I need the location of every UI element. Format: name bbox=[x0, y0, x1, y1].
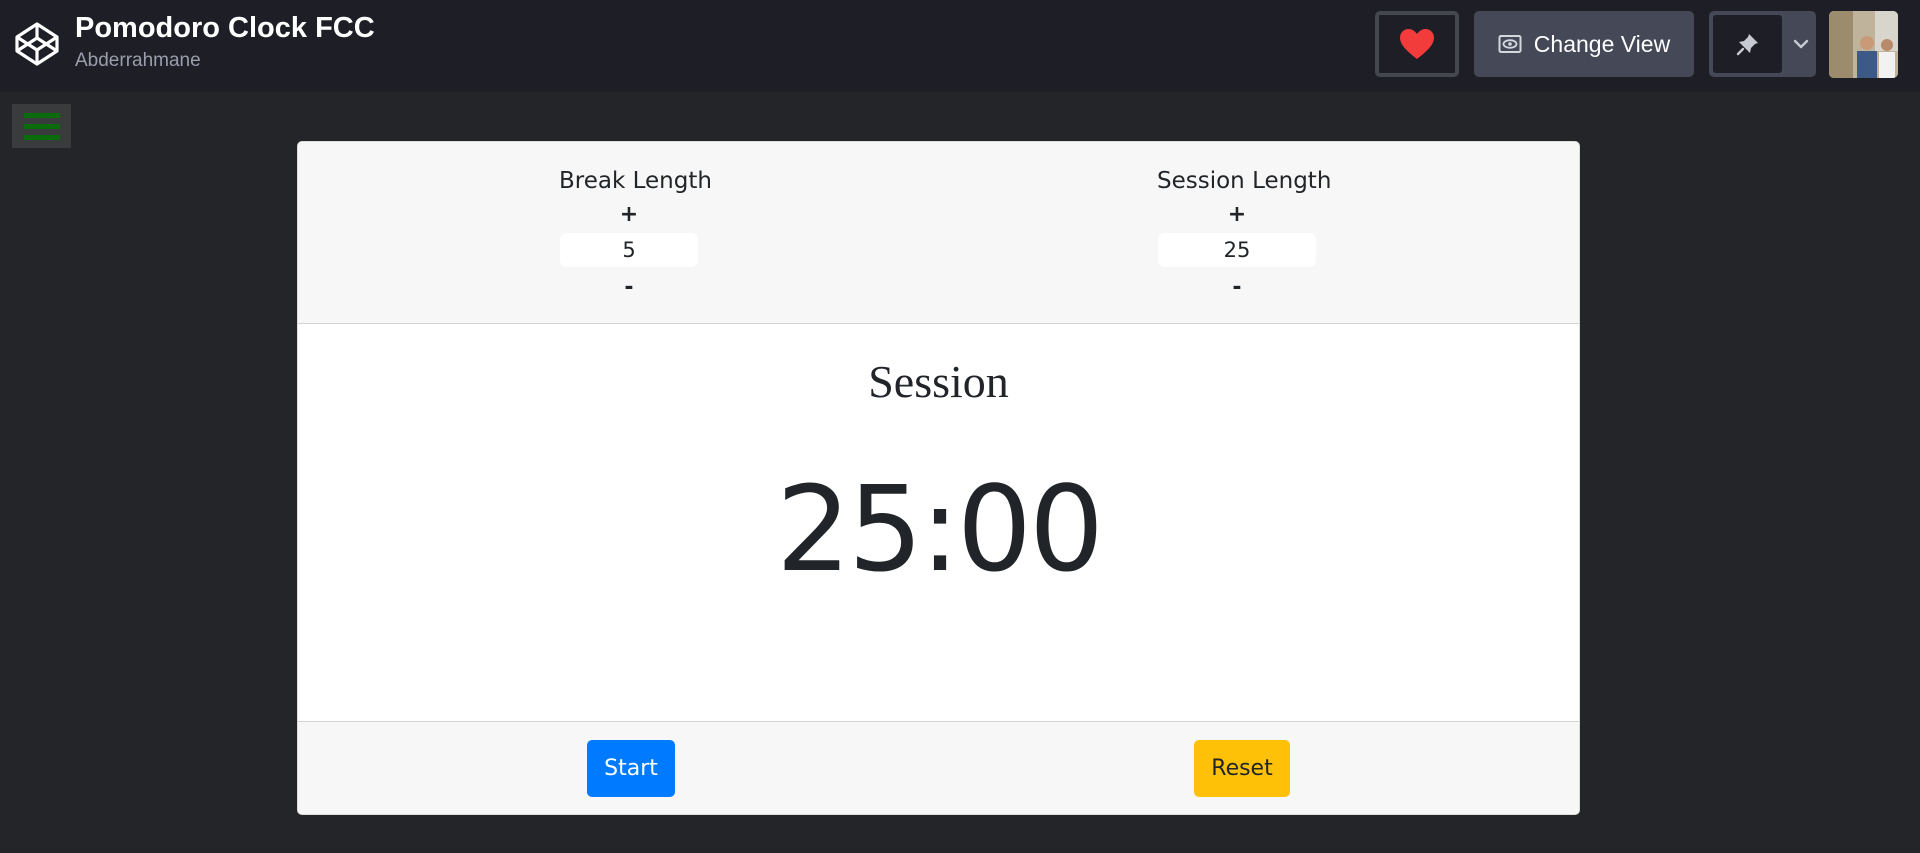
break-length-value: 5 bbox=[560, 233, 698, 267]
card-footer bbox=[298, 721, 1579, 814]
user-avatar[interactable] bbox=[1829, 11, 1898, 78]
chevron-down-icon bbox=[1793, 39, 1808, 49]
change-view-label: Change View bbox=[1533, 30, 1671, 57]
change-view-button[interactable]: Change View bbox=[1474, 11, 1694, 77]
timer-mode-label: Session bbox=[868, 356, 1009, 407]
time-left-display: 25:00 bbox=[775, 460, 1104, 598]
break-label: Break Length bbox=[559, 168, 712, 194]
eye-icon bbox=[1498, 35, 1522, 53]
like-button[interactable] bbox=[1375, 11, 1459, 77]
top-bar: Pomodoro Clock FCC Abderrahmane Change V… bbox=[0, 0, 1920, 92]
hamburger-icon[interactable] bbox=[12, 104, 71, 148]
pin-button-group bbox=[1709, 11, 1816, 77]
pen-author[interactable]: Abderrahmane bbox=[75, 50, 201, 72]
pen-title: Pomodoro Clock FCC bbox=[75, 12, 375, 44]
hamburger-bar bbox=[23, 134, 60, 140]
session-decrement-button[interactable]: - bbox=[1157, 275, 1317, 300]
hamburger-bar bbox=[23, 112, 60, 118]
pin-icon bbox=[1736, 34, 1758, 56]
pomodoro-card: Break Length + 5 - Session Length + 25 -… bbox=[297, 141, 1580, 815]
length-controls: Break Length + 5 - Session Length + 25 - bbox=[298, 142, 1579, 324]
codepen-logo-icon[interactable] bbox=[13, 20, 61, 68]
pin-dropdown-toggle[interactable] bbox=[1785, 11, 1816, 77]
pin-button[interactable] bbox=[1713, 15, 1782, 73]
heart-icon bbox=[1400, 29, 1434, 59]
break-increment-button[interactable]: + bbox=[559, 202, 699, 227]
reset-button[interactable]: Reset bbox=[1194, 740, 1290, 797]
start-button[interactable]: Start bbox=[587, 740, 675, 797]
session-length-value: 25 bbox=[1158, 233, 1316, 267]
break-decrement-button[interactable]: - bbox=[559, 275, 699, 300]
session-label: Session Length bbox=[1157, 168, 1332, 194]
session-increment-button[interactable]: + bbox=[1157, 202, 1317, 227]
hamburger-bar bbox=[23, 123, 60, 129]
